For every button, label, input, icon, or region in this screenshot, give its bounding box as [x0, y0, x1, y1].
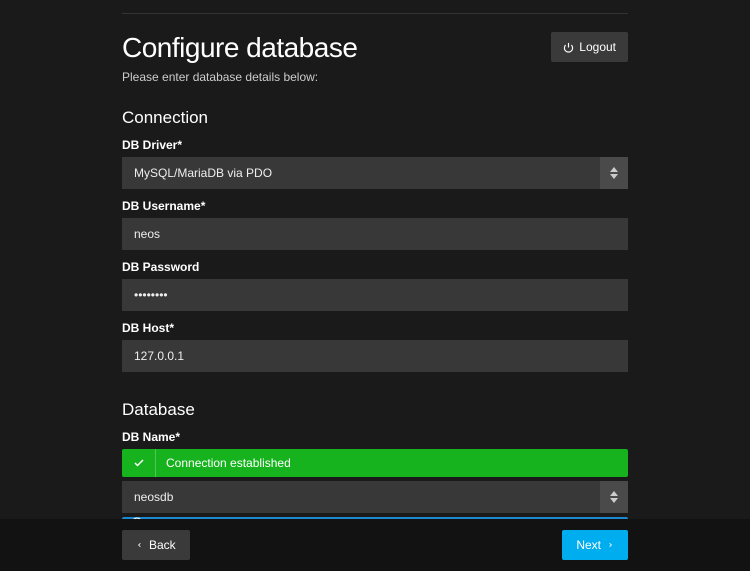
connection-alert-text: Connection established	[156, 456, 291, 470]
db-username-input[interactable]	[122, 218, 628, 250]
db-name-select[interactable]	[122, 481, 628, 513]
db-username-label: DB Username*	[122, 199, 628, 213]
power-icon	[563, 42, 574, 53]
chevron-right-icon	[607, 540, 614, 550]
main-content: Configure database Please enter database…	[0, 0, 750, 564]
db-host-label: DB Host*	[122, 321, 628, 335]
page-subtitle: Please enter database details below:	[122, 70, 357, 84]
logout-button[interactable]: Logout	[551, 32, 628, 62]
db-name-value[interactable]	[122, 481, 628, 513]
connection-alert: Connection established	[122, 449, 628, 477]
db-driver-label: DB Driver*	[122, 138, 628, 152]
check-icon	[122, 449, 156, 477]
db-driver-value[interactable]	[122, 157, 628, 189]
db-host-input[interactable]	[122, 340, 628, 372]
db-password-label: DB Password	[122, 260, 628, 274]
chevron-left-icon	[136, 540, 143, 550]
page-title: Configure database	[122, 32, 357, 64]
logout-label: Logout	[579, 40, 616, 54]
section-database-title: Database	[122, 400, 628, 420]
db-password-input[interactable]	[122, 279, 628, 311]
top-divider	[122, 13, 628, 14]
next-button[interactable]: Next	[562, 530, 628, 560]
footer-bar: Back Next	[0, 519, 750, 571]
header-row: Configure database Please enter database…	[122, 32, 628, 84]
back-button[interactable]: Back	[122, 530, 190, 560]
next-label: Next	[576, 538, 601, 552]
back-label: Back	[149, 538, 176, 552]
db-driver-select[interactable]	[122, 157, 628, 189]
section-connection-title: Connection	[122, 108, 628, 128]
db-name-label: DB Name*	[122, 430, 628, 444]
